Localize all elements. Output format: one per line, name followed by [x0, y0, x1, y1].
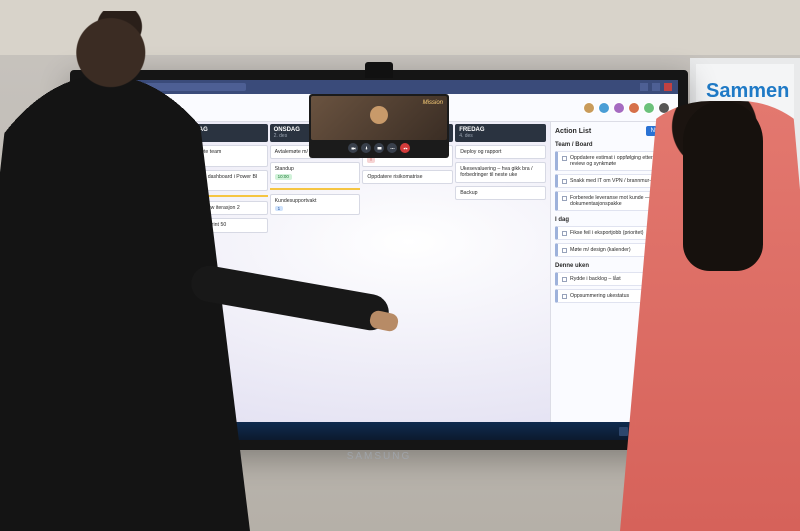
- video-call-window[interactable]: Mission: [309, 94, 449, 158]
- camera-icon: [351, 146, 356, 151]
- hangup-icon: [403, 146, 408, 151]
- column-date: 4. des: [459, 133, 542, 139]
- board-column-wednesday: ONSDAG 2. des Avtalemøte m/ kunde + demo…: [270, 124, 361, 420]
- avatar[interactable]: [613, 102, 625, 114]
- participant-face: [370, 106, 388, 124]
- tray-icon[interactable]: [619, 427, 628, 436]
- card-title: Ukesevaluering – hva gikk bra / forbedri…: [460, 166, 541, 178]
- board-card[interactable]: Standup 10:00: [270, 162, 361, 184]
- checkbox-icon[interactable]: [562, 179, 567, 184]
- avatar[interactable]: [628, 102, 640, 114]
- card-tag: 10:00: [275, 174, 292, 179]
- avatar[interactable]: [583, 102, 595, 114]
- share-icon: [377, 146, 382, 151]
- card-tag: !: [367, 157, 374, 162]
- participant-avatars: [583, 102, 670, 114]
- board-card[interactable]: Ukesevaluering – hva gikk bra / forbedri…: [455, 162, 546, 182]
- hangup-button[interactable]: [400, 143, 410, 153]
- mic-icon: [364, 146, 369, 151]
- monitor-brand-label: SAMSUNG: [347, 451, 412, 462]
- board-card[interactable]: Oppdatere risikomatrise: [362, 170, 453, 184]
- avatar[interactable]: [643, 102, 655, 114]
- board-card[interactable]: Deploy og rapport: [455, 145, 546, 159]
- window-controls: [640, 83, 672, 91]
- swimlane-divider: [270, 188, 361, 190]
- task-text: Oppsummering ukestatus: [570, 293, 629, 299]
- sidebar-title: Action List: [555, 128, 591, 135]
- dots-icon: [390, 146, 395, 151]
- card-title: Deploy og rapport: [460, 149, 541, 155]
- window-minimize-button[interactable]: [640, 83, 648, 91]
- more-options-button[interactable]: [387, 143, 397, 153]
- board-column-friday: FREDAG 4. des Deploy og rapport Ukeseval…: [455, 124, 546, 420]
- task-text: Møte m/ design (kalender): [570, 247, 631, 253]
- call-controls: [311, 140, 447, 156]
- checkbox-icon[interactable]: [562, 156, 567, 161]
- window-maximize-button[interactable]: [652, 83, 660, 91]
- card-title: Kundesupportvakt: [275, 198, 356, 204]
- window-close-button[interactable]: [664, 83, 672, 91]
- checkbox-icon[interactable]: [562, 277, 567, 282]
- checkbox-icon[interactable]: [562, 294, 567, 299]
- avatar[interactable]: [598, 102, 610, 114]
- card-title: Standup: [275, 166, 356, 172]
- mic-toggle-button[interactable]: [361, 143, 371, 153]
- task-text: Fikse feil i eksportjobb (prioritet): [570, 230, 644, 236]
- board-column-thursday: TORSDAG 3. des Teste ny release i stagin…: [362, 124, 453, 420]
- video-tile: Mission: [311, 96, 447, 140]
- task-text: Rydde i backlog – låst: [570, 276, 621, 282]
- poster-line: Sammen: [706, 78, 784, 104]
- card-title: Backup: [460, 190, 541, 196]
- board-card[interactable]: Kundesupportvakt 1: [270, 194, 361, 216]
- card-title: Oppdatere risikomatrise: [367, 174, 448, 180]
- card-tag: 1: [275, 206, 284, 211]
- column-header: FREDAG 4. des: [455, 124, 546, 142]
- board-card[interactable]: Backup: [455, 186, 546, 200]
- checkbox-icon[interactable]: [562, 231, 567, 236]
- checkbox-icon[interactable]: [562, 196, 567, 201]
- webcam: [365, 62, 393, 78]
- video-caption: Mission: [423, 100, 443, 106]
- task-text: Snakk med IT om VPN / brannmur-regler: [570, 178, 664, 184]
- checkbox-icon[interactable]: [562, 248, 567, 253]
- share-screen-button[interactable]: [374, 143, 384, 153]
- camera-toggle-button[interactable]: [348, 143, 358, 153]
